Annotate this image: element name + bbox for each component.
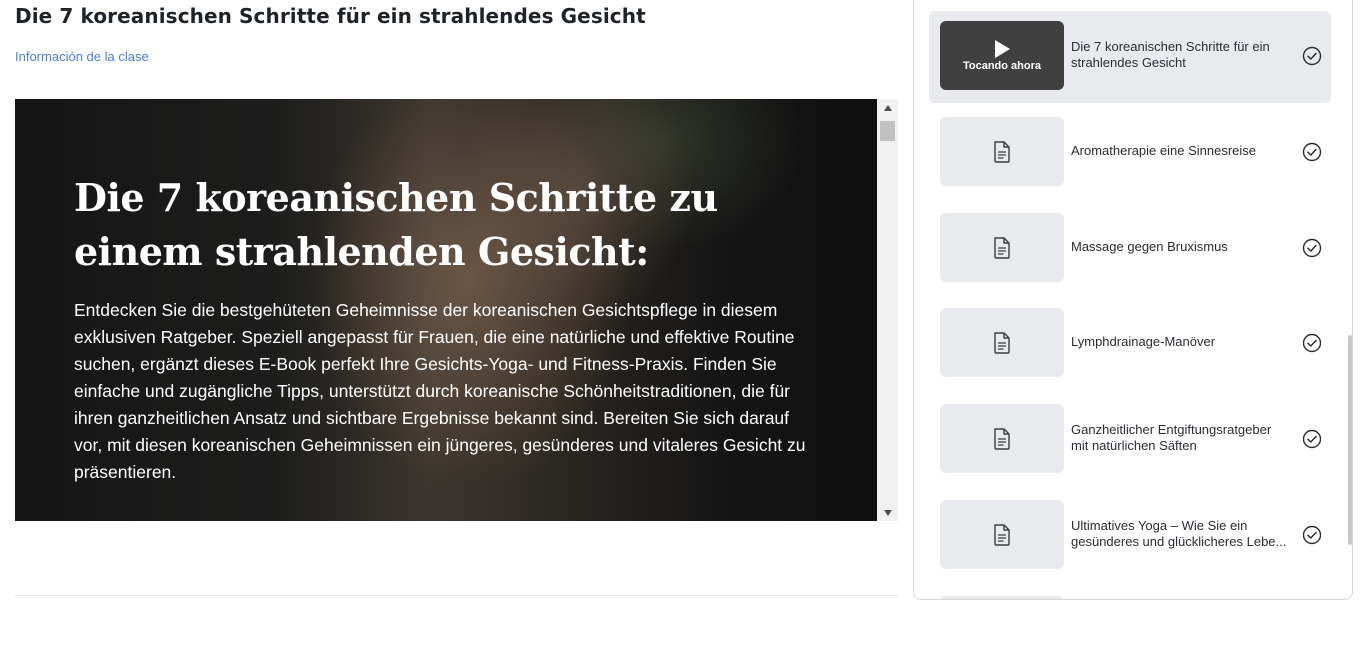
play-icon: [995, 39, 1010, 58]
lesson-title: Lymphdrainage-Manöver: [1071, 334, 1297, 350]
ebook-description: Entdecken Sie die bestgehüteten Geheimni…: [74, 300, 806, 482]
lesson-title-line-2: gesünderes und glücklicheres Lebe...: [1071, 534, 1287, 549]
lesson-title-line-2: strahlendes Gesicht: [1071, 55, 1186, 70]
lesson-title: Ganzheitlicher Entgiftungsratgeber mit n…: [1071, 422, 1297, 454]
now-playing-label: Tocando ahora: [962, 59, 1042, 72]
lesson-thumbnail: [940, 117, 1064, 186]
lesson-title: Die 7 koreanischen Schritte für ein stra…: [1071, 39, 1297, 71]
check-circle-icon: [1302, 429, 1322, 449]
class-info-link[interactable]: Información de la clase: [15, 49, 149, 64]
lesson-title-line-1: Lymphdrainage-Manöver: [1071, 334, 1216, 349]
page-title: Die 7 koreanischen Schritte für ein stra…: [15, 4, 646, 28]
lesson-title-line-2: mit natürlichen Säften: [1071, 438, 1197, 453]
lesson-title: Massage gegen Bruxismus: [1071, 239, 1297, 255]
lesson-thumbnail: [940, 500, 1064, 569]
lesson-title-line-1: Ultimatives Yoga – Wie Sie ein: [1071, 518, 1248, 533]
lesson-item-partial[interactable]: [929, 586, 1331, 599]
lesson-title-line-1: Ganzheitlicher Entgiftungsratgeber: [1071, 422, 1272, 437]
lesson-list-scrollbar[interactable]: [1348, 335, 1352, 545]
ebook-heading: Die 7 koreanischen Schritte zu einem str…: [74, 175, 718, 274]
document-icon: [994, 427, 1010, 450]
triangle-down-icon: [883, 509, 892, 516]
viewer-scrollbar[interactable]: [877, 99, 898, 521]
lesson-list-panel: Tocando ahora Die 7 koreanischen Schritt…: [913, 0, 1353, 600]
lesson-thumbnail: [940, 596, 1064, 599]
check-circle-icon: [1302, 46, 1322, 66]
lesson-thumbnail: [940, 213, 1064, 282]
lesson-title: Aromatherapie eine Sinnesreise: [1071, 143, 1297, 159]
triangle-up-icon: [883, 104, 892, 111]
check-circle-icon: [1302, 238, 1322, 258]
check-circle-icon: [1302, 142, 1322, 162]
check-circle-icon: [1302, 333, 1322, 353]
lesson-item-active[interactable]: Tocando ahora Die 7 koreanischen Schritt…: [929, 11, 1331, 103]
check-circle-icon: [1302, 525, 1322, 545]
lesson-title-line-1: Massage gegen Bruxismus: [1071, 239, 1228, 254]
lesson-thumbnail: Tocando ahora: [940, 21, 1064, 90]
lesson-title-line-1: Die 7 koreanischen Schritte für ein: [1071, 39, 1270, 54]
lesson-item[interactable]: Lymphdrainage-Manöver: [929, 298, 1331, 390]
lesson-thumbnail: [940, 404, 1064, 473]
lesson-item[interactable]: Ganzheitlicher Entgiftungsratgeber mit n…: [929, 394, 1331, 486]
document-icon: [994, 140, 1010, 163]
lesson-thumbnail: [940, 308, 1064, 377]
content-divider: [15, 595, 898, 596]
document-icon: [994, 523, 1010, 546]
lesson-title: Ultimatives Yoga – Wie Sie ein gesündere…: [1071, 518, 1297, 550]
lesson-item[interactable]: Ultimatives Yoga – Wie Sie ein gesündere…: [929, 490, 1331, 582]
scroll-up-button[interactable]: [877, 99, 898, 116]
lesson-item[interactable]: Massage gegen Bruxismus: [929, 203, 1331, 295]
scroll-down-button[interactable]: [877, 504, 898, 521]
scroll-thumb[interactable]: [880, 121, 895, 141]
ebook-viewer: Die 7 koreanischen Schritte zu einem str…: [15, 99, 877, 521]
lesson-title-line-1: Aromatherapie eine Sinnesreise: [1071, 143, 1256, 158]
document-icon: [994, 236, 1010, 259]
document-icon: [994, 331, 1010, 354]
lesson-item[interactable]: Aromatherapie eine Sinnesreise: [929, 107, 1331, 199]
